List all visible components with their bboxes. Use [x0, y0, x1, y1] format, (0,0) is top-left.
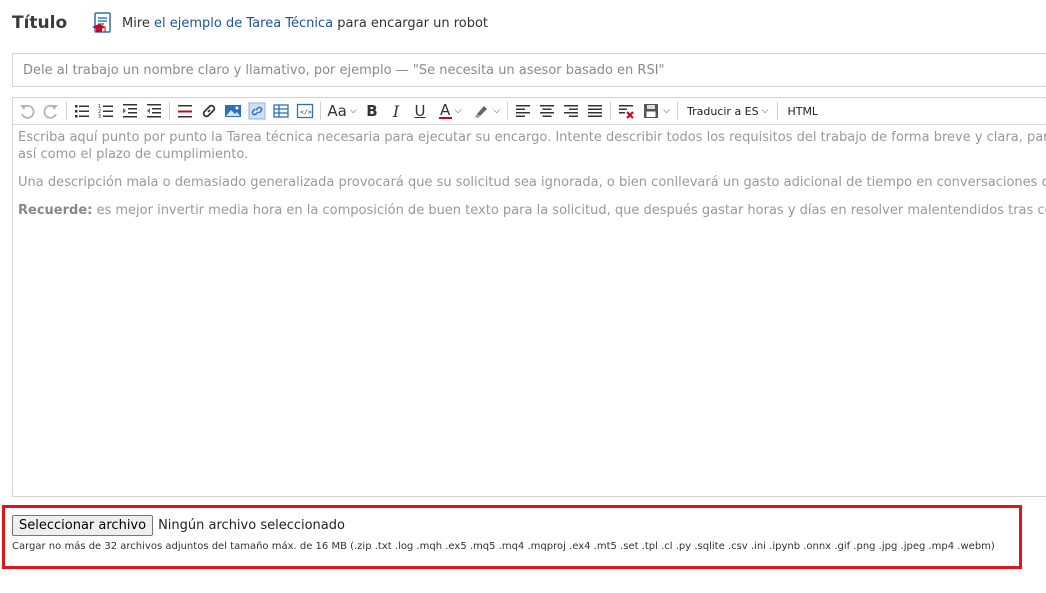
- highlight-button[interactable]: ⌵: [468, 99, 504, 123]
- editor-line: es mejor invertir media hora en la compo…: [92, 203, 1046, 218]
- html-mode-button[interactable]: HTML: [781, 99, 824, 123]
- svg-text:</>: </>: [300, 108, 312, 116]
- remove-format-icon[interactable]: [614, 99, 638, 123]
- file-input-row: Seleccionar archivo Ningún archivo selec…: [12, 515, 1012, 536]
- table-icon[interactable]: [269, 99, 293, 123]
- example-tz-link[interactable]: el ejemplo de Tarea Técnica: [154, 16, 333, 31]
- font-color-button[interactable]: A ⌵: [432, 99, 468, 123]
- underline-button[interactable]: U: [408, 99, 432, 123]
- font-color-bar: [438, 117, 452, 119]
- chevron-down-icon: ⌵: [761, 106, 769, 116]
- indent-icon[interactable]: [118, 99, 142, 123]
- document-graduation-icon: [92, 12, 111, 33]
- outdent-icon[interactable]: [142, 99, 166, 123]
- underline-icon: U: [414, 102, 426, 120]
- toolbar-separator: [66, 102, 67, 120]
- bold-button[interactable]: B: [360, 99, 384, 123]
- justify-icon[interactable]: [583, 99, 607, 123]
- page-title: Título: [12, 13, 68, 33]
- link-icon[interactable]: [197, 99, 221, 123]
- code-icon[interactable]: </>: [293, 99, 317, 123]
- toolbar-separator: [169, 102, 170, 120]
- bold-icon: B: [366, 102, 378, 120]
- hint-text: Mire el ejemplo de Tarea Técnica para en…: [122, 16, 488, 31]
- toolbar-separator: [677, 102, 678, 120]
- editor-content[interactable]: Escriba aquí punto por punto la Tarea té…: [13, 125, 1046, 234]
- toolbar-separator: [610, 102, 611, 120]
- editor-toolbar: 123 </> Aa ⌵ B I U A ⌵ ⌵ ⌵ Traducir a ES ⌵ …: [13, 98, 1046, 125]
- editor-paragraph: Escriba aquí punto por punto la Tarea té…: [18, 129, 1046, 163]
- chevron-down-icon: ⌵: [349, 106, 357, 116]
- translate-label: Traducir a ES: [687, 104, 759, 118]
- editor-paragraph: Recuerde: es mejor invertir media hora e…: [18, 202, 1046, 219]
- title-row: Título Mire el ejemplo de Tarea Técnica …: [12, 10, 488, 36]
- file-status: Ningún archivo seleccionado: [158, 518, 345, 533]
- align-center-icon[interactable]: [535, 99, 559, 123]
- translate-dropdown[interactable]: Traducir a ES ⌵: [681, 99, 774, 123]
- save-template-icon: [644, 104, 659, 118]
- job-title-input[interactable]: [12, 53, 1046, 87]
- rich-text-editor: 123 </> Aa ⌵ B I U A ⌵ ⌵ ⌵ Traducir a ES ⌵ …: [12, 97, 1046, 497]
- toolbar-separator: [777, 102, 779, 120]
- align-right-icon[interactable]: [559, 99, 583, 123]
- save-template-button[interactable]: ⌵: [638, 99, 674, 123]
- toolbar-separator: [320, 102, 321, 120]
- font-size-icon: Aa: [327, 102, 347, 120]
- chevron-down-icon: ⌵: [493, 106, 500, 116]
- highlight-icon: [475, 106, 488, 118]
- undo-icon[interactable]: [15, 99, 39, 123]
- image-icon[interactable]: [221, 99, 245, 123]
- hint-prefix: Mire: [122, 15, 155, 31]
- select-file-button[interactable]: Seleccionar archivo: [12, 515, 154, 536]
- horizontal-rule-icon[interactable]: [173, 99, 197, 123]
- file-upload-area: Seleccionar archivo Ningún archivo selec…: [2, 505, 1022, 569]
- numbered-list-icon[interactable]: 123: [94, 99, 118, 123]
- hint-suffix: para encargar un robot: [333, 15, 489, 31]
- unlink-icon[interactable]: [245, 99, 269, 123]
- align-left-icon[interactable]: [511, 99, 535, 123]
- toolbar-separator: [507, 102, 508, 120]
- editor-paragraph: Una descripción mala o demasiado general…: [18, 175, 1046, 190]
- upload-limits-note: Cargar no más de 32 archivos adjuntos de…: [12, 541, 995, 552]
- remember-label: Recuerde:: [18, 203, 93, 218]
- chevron-down-icon: ⌵: [454, 106, 462, 116]
- italic-icon: I: [392, 101, 400, 121]
- redo-icon[interactable]: [39, 99, 63, 123]
- editor-line: Escriba aquí punto por punto la Tarea té…: [18, 130, 1046, 145]
- editor-line: así como el plazo de cumplimiento.: [18, 147, 249, 162]
- font-size-button[interactable]: Aa ⌵: [324, 99, 360, 123]
- svg-text:3: 3: [98, 114, 101, 120]
- italic-button[interactable]: I: [384, 99, 408, 123]
- bullet-list-icon[interactable]: [70, 99, 94, 123]
- font-color-label: A: [439, 101, 451, 119]
- chevron-down-icon: ⌵: [663, 106, 670, 116]
- font-color-icon: A: [438, 101, 452, 119]
